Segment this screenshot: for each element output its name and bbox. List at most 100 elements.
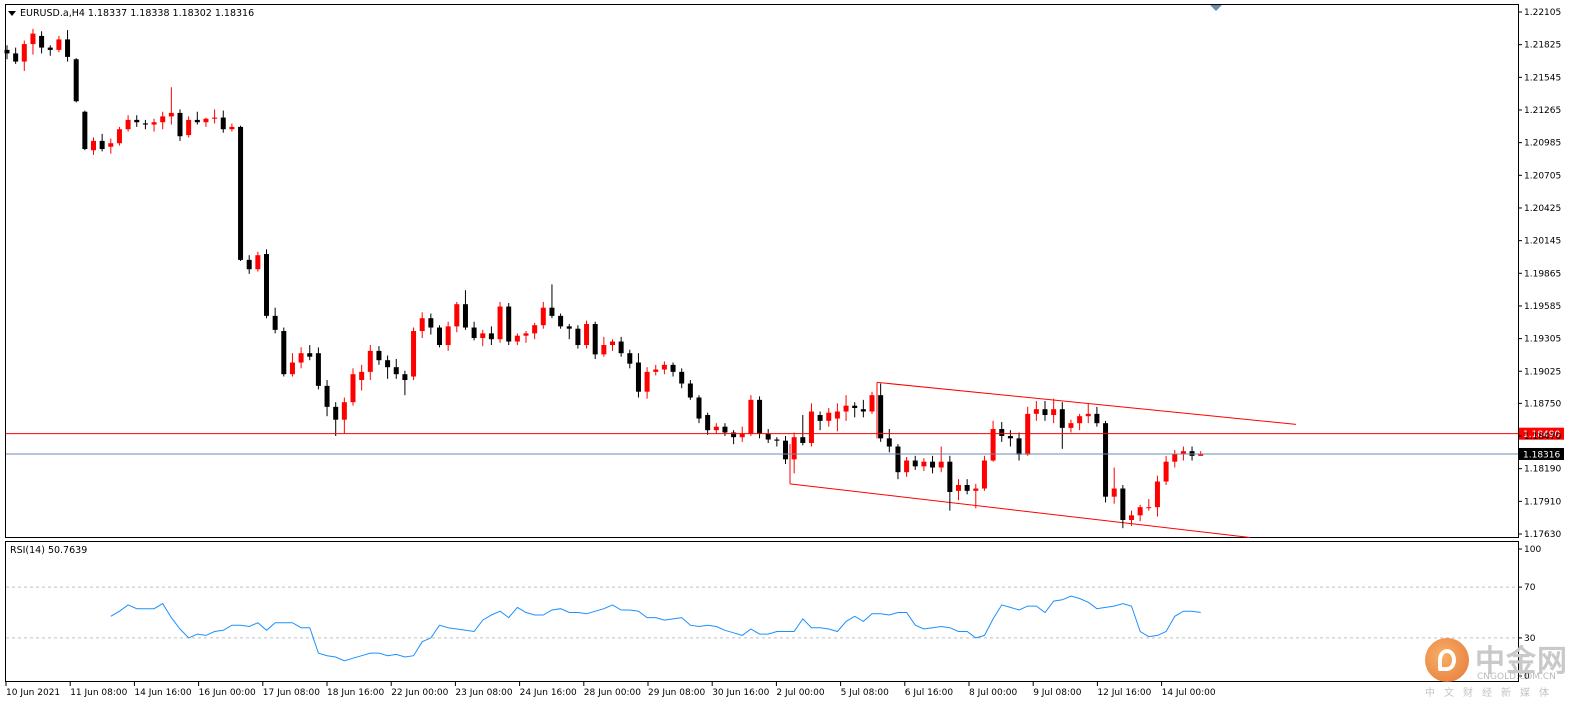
candle[interactable] [618,336,624,357]
candle[interactable] [808,403,814,447]
candle[interactable] [39,31,45,54]
candle[interactable] [895,444,901,480]
candle[interactable] [246,255,252,274]
candle[interactable] [1146,499,1152,511]
candle[interactable] [514,333,520,346]
candle[interactable] [731,430,737,445]
candle[interactable] [203,117,209,127]
candle[interactable] [687,380,693,400]
candle[interactable] [168,87,174,125]
candle[interactable] [238,125,244,262]
candle[interactable] [298,347,304,369]
candle[interactable] [255,251,261,272]
candle[interactable] [307,345,313,361]
candle[interactable] [91,137,96,155]
candle[interactable] [385,355,391,379]
candle[interactable] [584,320,590,349]
candle[interactable] [1077,413,1083,431]
candle[interactable] [713,423,719,434]
candle[interactable] [817,411,823,431]
candle[interactable] [990,420,996,462]
candle[interactable] [765,429,771,444]
candle[interactable] [142,119,148,130]
candle[interactable] [272,307,278,334]
candle[interactable] [679,368,685,389]
candle[interactable] [1059,402,1065,449]
candle[interactable] [30,28,36,55]
candle[interactable] [125,115,131,132]
candle[interactable] [661,361,667,375]
candle[interactable] [367,345,373,381]
candle[interactable] [973,483,979,509]
candle[interactable] [220,110,226,133]
candle[interactable] [1025,406,1031,456]
candle[interactable] [523,331,529,343]
candle[interactable] [540,301,546,329]
candle[interactable] [739,426,745,442]
candle[interactable] [696,395,702,424]
candle[interactable] [904,457,910,477]
candle[interactable] [281,327,287,377]
candle[interactable] [549,284,555,319]
candle[interactable] [324,380,330,417]
candle[interactable] [566,324,572,340]
channel-lower-line[interactable] [789,483,1251,538]
candle[interactable] [108,138,114,154]
candle[interactable] [462,290,468,330]
candle[interactable] [912,455,918,470]
candle[interactable] [860,399,866,418]
candle[interactable] [930,455,936,474]
candle[interactable] [843,395,849,421]
candle[interactable] [956,479,961,501]
candle[interactable] [783,436,788,465]
candle[interactable] [1033,401,1039,421]
candle[interactable] [428,313,434,335]
candle[interactable] [532,322,538,340]
candle[interactable] [488,326,494,346]
candle[interactable] [964,479,970,495]
candle[interactable] [471,321,477,341]
candle[interactable] [635,353,641,398]
candle[interactable] [333,402,339,437]
candle[interactable] [21,40,27,71]
candle[interactable] [627,349,633,369]
candle[interactable] [748,395,754,437]
candle[interactable] [454,301,460,333]
candle[interactable] [99,133,105,152]
candle[interactable] [497,301,503,343]
candle[interactable] [1068,419,1074,433]
candle[interactable] [1163,455,1169,486]
candle[interactable] [393,359,399,379]
candle[interactable] [886,429,892,453]
candle[interactable] [1154,475,1160,517]
channel-upper-line[interactable] [876,381,1297,425]
candle[interactable] [670,362,676,377]
candle[interactable] [480,329,486,347]
candle[interactable] [1007,430,1013,447]
candle[interactable] [1085,403,1091,424]
candle[interactable] [1042,401,1048,421]
candle[interactable] [592,321,598,360]
candle[interactable] [852,402,858,418]
candle[interactable] [264,249,269,319]
candle[interactable] [1051,398,1057,424]
candle[interactable] [1111,467,1117,504]
candle[interactable] [757,396,763,439]
candle[interactable] [1103,420,1109,503]
chart-shift-marker-icon[interactable] [1210,5,1222,11]
candle[interactable] [160,111,166,130]
triangle-down-icon[interactable] [8,11,16,16]
candle[interactable] [834,403,840,432]
candle[interactable] [341,397,347,434]
candle[interactable] [376,346,382,365]
candle[interactable] [73,58,79,103]
candle[interactable] [774,437,780,447]
candle[interactable] [186,116,192,138]
candle[interactable] [705,412,711,435]
candle[interactable] [212,109,218,124]
candle[interactable] [194,111,200,125]
candle[interactable] [359,364,365,391]
candle[interactable] [938,446,944,473]
candle[interactable] [800,415,806,446]
candle[interactable] [402,370,408,396]
